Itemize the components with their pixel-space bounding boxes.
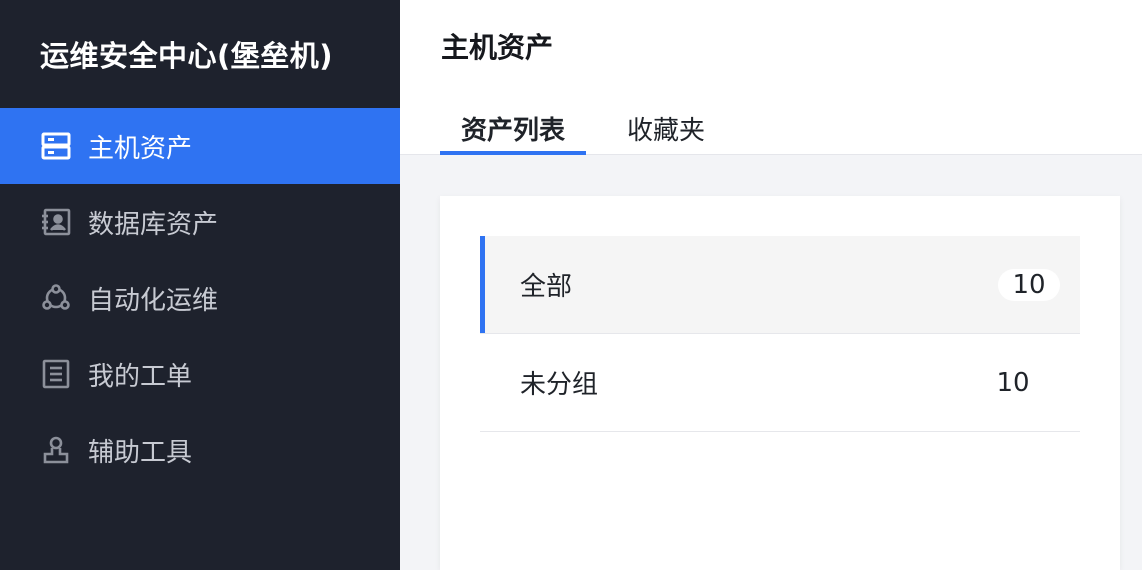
group-name: 全部: [520, 272, 573, 302]
ticket-icon: [40, 358, 72, 390]
group-count-badge: 10: [996, 367, 1030, 398]
sidebar-item-label: 辅助工具: [88, 437, 193, 468]
tab-asset-list[interactable]: 资产列表: [440, 100, 587, 155]
main-header: 主机资产 资产列表 收藏夹: [400, 0, 1142, 155]
automation-icon: [40, 282, 72, 314]
group-name: 未分组: [520, 370, 599, 400]
database-icon: [40, 206, 72, 238]
sidebar-item-utility-tools[interactable]: 辅助工具: [0, 412, 400, 488]
app-title: 运维安全中心(堡垒机): [40, 39, 334, 73]
sidebar-item-my-tickets[interactable]: 我的工单: [0, 336, 400, 412]
tab-bar: 资产列表 收藏夹: [440, 100, 746, 155]
sidebar-item-label: 自动化运维: [88, 285, 219, 316]
asset-group-panel: 全部 10 未分组 10: [440, 196, 1120, 570]
server-icon: [40, 130, 72, 162]
sidebar-item-automation[interactable]: 自动化运维: [0, 260, 400, 336]
group-item-ungrouped[interactable]: 未分组 10: [480, 334, 1080, 432]
group-count-badge: 10: [998, 268, 1060, 301]
sidebar-item-label: 我的工单: [88, 361, 193, 392]
sidebar: 运维安全中心(堡垒机) 主机资产 数据库资产 自动化运维 我的工单 辅助工具: [0, 0, 400, 570]
group-item-all[interactable]: 全部 10: [480, 236, 1080, 334]
sidebar-item-host-assets[interactable]: 主机资产: [0, 108, 400, 184]
sidebar-item-database-assets[interactable]: 数据库资产: [0, 184, 400, 260]
tab-favorites[interactable]: 收藏夹: [606, 100, 726, 155]
group-list: 全部 10 未分组 10: [480, 236, 1080, 432]
tool-icon: [40, 434, 72, 466]
sidebar-item-label: 主机资产: [88, 133, 193, 164]
sidebar-item-label: 数据库资产: [88, 209, 219, 240]
page-title: 主机资产: [441, 31, 554, 64]
